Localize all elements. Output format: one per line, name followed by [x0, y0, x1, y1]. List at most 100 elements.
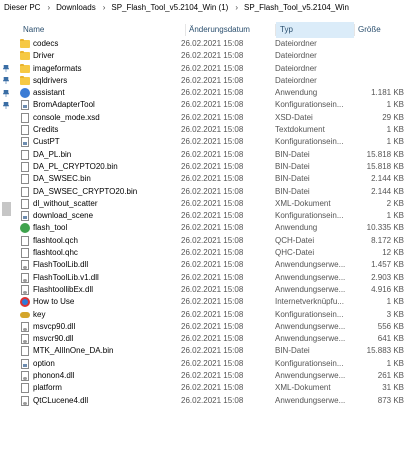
file-name: key — [33, 309, 46, 319]
file-row[interactable]: flashtool.qch 26.02.2021 15:08 QCH-Datei 8.… — [15, 235, 408, 247]
file-row[interactable]: FlashToolLib.dll 26.02.2021 15:08 Anwendun… — [15, 259, 408, 271]
file-row[interactable]: DA_PL_CRYPTO20.bin 26.02.2021 15:08 BIN-Da… — [15, 161, 408, 173]
file-row[interactable]: option 26.02.2021 15:08 Konfigurationsein.… — [15, 358, 408, 370]
file-row[interactable]: platform 26.02.2021 15:08 XML-Dokument 31 K… — [15, 382, 408, 394]
file-row[interactable]: assistant 26.02.2021 15:08 Anwendung 1.181 … — [15, 87, 408, 99]
document-icon — [19, 112, 30, 124]
file-row[interactable]: codecs 26.02.2021 15:08 Dateiordner — [15, 38, 408, 50]
dll-icon — [19, 259, 30, 271]
file-row[interactable]: sqldrivers 26.02.2021 15:08 Dateiordner — [15, 75, 408, 87]
pin-icon[interactable] — [3, 90, 9, 97]
file-size: 3 KB — [386, 309, 404, 319]
file-type: Anwendungserwe... — [275, 371, 346, 381]
file-name: DA_PL_CRYPTO20.bin — [33, 161, 118, 171]
file-date: 26.02.2021 15:08 — [181, 260, 244, 270]
document-icon — [19, 345, 30, 357]
breadcrumb: Dieser PC › Downloads › SP_Flash_Tool_v5… — [0, 0, 408, 14]
breadcrumb-this-pc[interactable]: Dieser PC — [4, 3, 40, 12]
pin-icon[interactable] — [3, 102, 9, 109]
file-row[interactable]: Credits 26.02.2021 15:08 Textdokument 1 KB — [15, 124, 408, 136]
column-header-name[interactable]: Name — [23, 22, 183, 38]
file-date: 26.02.2021 15:08 — [181, 358, 244, 368]
file-size: 873 KB — [377, 395, 404, 405]
file-row[interactable]: QtCLucene4.dll 26.02.2021 15:08 Anwendungs… — [15, 395, 408, 407]
file-name: FlashToolLib.dll — [33, 260, 89, 270]
file-name: DA_PL.bin — [33, 149, 72, 159]
file-name: flash_tool — [33, 223, 68, 233]
file-row[interactable]: phonon4.dll 26.02.2021 15:08 Anwendungserw… — [15, 370, 408, 382]
file-row[interactable]: msvcr90.dll 26.02.2021 15:08 Anwendungserw… — [15, 333, 408, 345]
file-type: Dateiordner — [275, 51, 317, 61]
file-row[interactable]: DA_SWSEC.bin 26.02.2021 15:08 BIN-Datei 2.1… — [15, 173, 408, 185]
file-row[interactable]: key 26.02.2021 15:08 Konfigurationsein... 3… — [15, 309, 408, 321]
file-row[interactable]: FlashToolLib.v1.dll 26.02.2021 15:08 Anwen… — [15, 272, 408, 284]
file-date: 26.02.2021 15:08 — [181, 63, 244, 73]
folder-icon — [19, 63, 30, 75]
config-file-icon — [19, 210, 30, 222]
file-row[interactable]: flash_tool 26.02.2021 15:08 Anwendung 10.33… — [15, 222, 408, 234]
file-row[interactable]: FlashtoollibEx.dll 26.02.2021 15:08 Anwend… — [15, 284, 408, 296]
file-row[interactable]: MTK_AllInOne_DA.bin 26.02.2021 15:08 BIN-D… — [15, 345, 408, 357]
breadcrumb-parent-folder[interactable]: SP_Flash_Tool_v5.2104_Win (1) — [111, 3, 228, 12]
file-row[interactable]: Driver 26.02.2021 15:08 Dateiordner — [15, 50, 408, 62]
column-divider[interactable] — [354, 24, 355, 36]
file-name: flashtool.qch — [33, 235, 78, 245]
file-row[interactable]: dl_without_scatter 26.02.2021 15:08 XML-Do… — [15, 198, 408, 210]
file-name: Credits — [33, 125, 59, 135]
file-size: 261 KB — [377, 371, 404, 381]
file-row[interactable]: msvcp90.dll 26.02.2021 15:08 Anwendungserw… — [15, 321, 408, 333]
file-row[interactable]: flashtool.qhc 26.02.2021 15:08 QHC-Datei 12… — [15, 247, 408, 259]
column-header-type[interactable]: Typ — [276, 22, 354, 38]
dll-icon — [19, 370, 30, 382]
file-type: Anwendung — [275, 223, 318, 233]
file-size: 15.818 KB — [366, 149, 404, 159]
file-row[interactable]: DA_SWSEC_CRYPTO20.bin 26.02.2021 15:08 BIN… — [15, 186, 408, 198]
file-date: 26.02.2021 15:08 — [181, 186, 244, 196]
document-icon — [19, 149, 30, 161]
app-icon — [19, 87, 30, 99]
file-date: 26.02.2021 15:08 — [181, 248, 244, 258]
pin-icon[interactable] — [3, 77, 9, 84]
file-name: phonon4.dll — [33, 371, 75, 381]
document-icon — [19, 198, 30, 210]
file-name: platform — [33, 383, 62, 393]
file-type: Dateiordner — [275, 39, 317, 48]
file-row[interactable]: imageformats 26.02.2021 15:08 Dateiordner — [15, 63, 408, 75]
column-header-size[interactable]: Größe — [358, 22, 406, 38]
file-name: MTK_AllInOne_DA.bin — [33, 346, 114, 356]
file-row[interactable]: How to Use 26.02.2021 15:08 Internetverknü… — [15, 296, 408, 308]
file-type: Konfigurationsein... — [275, 137, 344, 147]
file-size: 1 KB — [386, 211, 404, 221]
file-row[interactable]: download_scene 26.02.2021 15:08 Konfigurat… — [15, 210, 408, 222]
file-name: msvcp90.dll — [33, 321, 76, 331]
file-date: 26.02.2021 15:08 — [181, 100, 244, 110]
file-row[interactable]: console_mode.xsd 26.02.2021 15:08 XSD-Date… — [15, 112, 408, 124]
file-row[interactable]: BromAdapterTool 26.02.2021 15:08 Konfigura… — [15, 99, 408, 111]
file-date: 26.02.2021 15:08 — [181, 371, 244, 381]
navigation-pane-scrollbar[interactable] — [2, 202, 11, 216]
file-row[interactable]: DA_PL.bin 26.02.2021 15:08 BIN-Datei 15.818… — [15, 149, 408, 161]
file-type: BIN-Datei — [275, 161, 310, 171]
file-size: 29 KB — [382, 112, 404, 122]
file-date: 26.02.2021 15:08 — [181, 174, 244, 184]
document-icon — [19, 235, 30, 247]
breadcrumb-current-folder[interactable]: SP_Flash_Tool_v5.2104_Win — [244, 3, 349, 12]
breadcrumb-separator-icon: › — [235, 2, 238, 12]
file-type: Textdokument — [275, 125, 325, 135]
document-icon — [19, 247, 30, 259]
folder-icon — [19, 75, 30, 87]
file-size: 10.335 KB — [366, 223, 404, 233]
file-name: Driver — [33, 51, 55, 61]
column-divider[interactable] — [185, 24, 186, 36]
file-type: BIN-Datei — [275, 174, 310, 184]
file-date: 26.02.2021 15:08 — [181, 198, 244, 208]
file-name: download_scene — [33, 211, 94, 221]
file-name: flashtool.qhc — [33, 248, 78, 258]
document-icon — [19, 124, 30, 136]
breadcrumb-downloads[interactable]: Downloads — [56, 3, 96, 12]
file-row[interactable]: CustPT 26.02.2021 15:08 Konfigurationsein.… — [15, 136, 408, 148]
file-size: 556 KB — [377, 321, 404, 331]
column-header-date[interactable]: Änderungsdatum — [189, 22, 275, 38]
pin-icon[interactable] — [3, 65, 9, 72]
document-icon — [19, 173, 30, 185]
